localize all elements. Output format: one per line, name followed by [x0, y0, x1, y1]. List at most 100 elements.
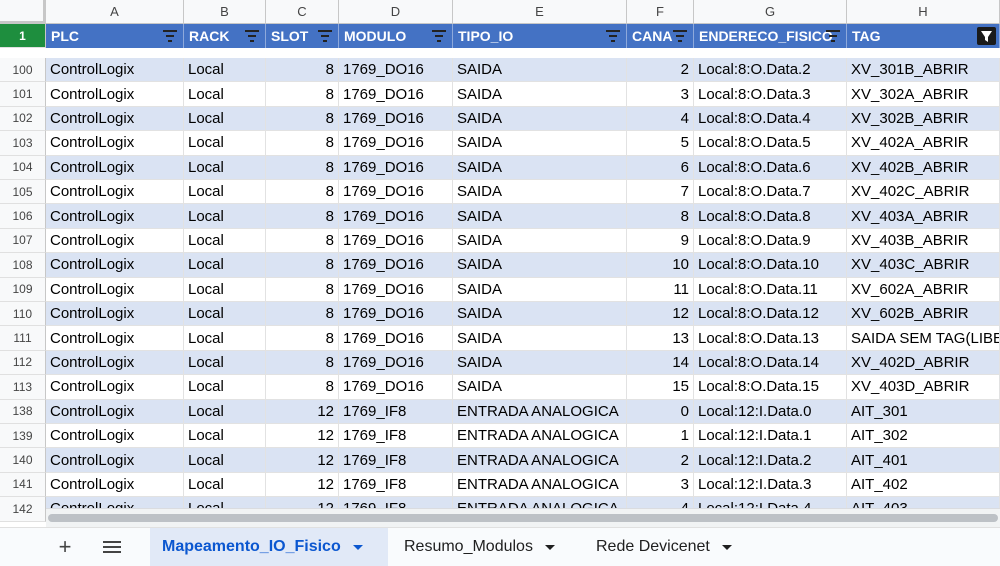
cell-endereco[interactable]: Local:8:O.Data.7	[694, 180, 847, 205]
cell-canal[interactable]: 12	[627, 302, 694, 327]
column-header-h[interactable]: H	[847, 0, 1000, 24]
cell-modulo[interactable]: 1769_DO16	[339, 277, 453, 302]
row-number[interactable]: 110	[0, 302, 46, 327]
cell-rack[interactable]: Local	[184, 155, 266, 180]
sheet-tab-1[interactable]: Resumo_Modulos	[392, 528, 578, 566]
column-header-a[interactable]: A	[46, 0, 184, 24]
cell-canal[interactable]: 15	[627, 375, 694, 400]
cell-slot[interactable]: 8	[266, 180, 339, 205]
cell-canal[interactable]: 7	[627, 180, 694, 205]
cell-tag[interactable]: XV_402B_ABRIR	[847, 155, 1000, 180]
filter-active-icon[interactable]	[977, 27, 996, 45]
sheet-tab-2[interactable]: Rede Devicenet	[584, 528, 754, 566]
cell-modulo[interactable]: 1769_DO16	[339, 106, 453, 132]
cell-rack[interactable]: Local	[184, 399, 266, 424]
cell-rack[interactable]: Local	[184, 326, 266, 351]
header-cell-4[interactable]: TIPO_IO	[453, 24, 627, 48]
cell-canal[interactable]: 1	[627, 424, 694, 449]
cell-endereco[interactable]: Local:8:O.Data.14	[694, 350, 847, 376]
cell-plc[interactable]: ControlLogix	[46, 399, 184, 424]
cell-plc[interactable]: ControlLogix	[46, 82, 184, 107]
cell-endereco[interactable]: Local:12:I.Data.3	[694, 472, 847, 498]
cell-plc[interactable]: ControlLogix	[46, 180, 184, 205]
cell-tag[interactable]: AIT_402	[847, 472, 1000, 498]
cell-tipo[interactable]: SAIDA	[453, 180, 627, 205]
cell-endereco[interactable]: Local:8:O.Data.9	[694, 228, 847, 254]
cell-rack[interactable]: Local	[184, 448, 266, 473]
cell-rack[interactable]: Local	[184, 180, 266, 205]
cell-plc[interactable]: ControlLogix	[46, 448, 184, 473]
cell-modulo[interactable]: 1769_DO16	[339, 82, 453, 107]
cell-rack[interactable]: Local	[184, 131, 266, 156]
cell-slot[interactable]: 8	[266, 228, 339, 254]
cell-plc[interactable]: ControlLogix	[46, 375, 184, 400]
cell-endereco[interactable]: Local:8:O.Data.2	[694, 58, 847, 83]
row-number[interactable]: 140	[0, 448, 46, 473]
cell-canal[interactable]: 3	[627, 472, 694, 498]
cell-rack[interactable]: Local	[184, 82, 266, 107]
cell-tipo[interactable]: SAIDA	[453, 204, 627, 229]
header-cell-5[interactable]: CANA	[627, 24, 694, 48]
cell-canal[interactable]: 14	[627, 350, 694, 376]
cell-canal[interactable]: 13	[627, 326, 694, 351]
cell-canal[interactable]: 9	[627, 228, 694, 254]
cell-rack[interactable]: Local	[184, 302, 266, 327]
row-number[interactable]: 105	[0, 180, 46, 205]
cell-plc[interactable]: ControlLogix	[46, 106, 184, 132]
cell-tipo[interactable]: SAIDA	[453, 277, 627, 302]
row-number[interactable]: 102	[0, 106, 46, 132]
cell-tag[interactable]: AIT_302	[847, 424, 1000, 449]
cell-tag[interactable]: XV_403D_ABRIR	[847, 375, 1000, 400]
filter-icon[interactable]	[163, 30, 177, 42]
cell-tipo[interactable]: SAIDA	[453, 253, 627, 278]
cell-tipo[interactable]: SAIDA	[453, 82, 627, 107]
horizontal-scrollbar[interactable]	[46, 508, 1000, 527]
column-header-f[interactable]: F	[627, 0, 694, 24]
cell-tipo[interactable]: SAIDA	[453, 228, 627, 254]
cell-modulo[interactable]: 1769_DO16	[339, 180, 453, 205]
cell-slot[interactable]: 12	[266, 472, 339, 498]
cell-rack[interactable]: Local	[184, 277, 266, 302]
filter-icon[interactable]	[245, 30, 259, 42]
cell-slot[interactable]: 8	[266, 204, 339, 229]
cell-slot[interactable]: 8	[266, 58, 339, 83]
cell-tipo[interactable]: SAIDA	[453, 106, 627, 132]
cell-plc[interactable]: ControlLogix	[46, 350, 184, 376]
cell-plc[interactable]: ControlLogix	[46, 155, 184, 180]
cell-slot[interactable]: 8	[266, 277, 339, 302]
cell-modulo[interactable]: 1769_DO16	[339, 131, 453, 156]
cell-rack[interactable]: Local	[184, 350, 266, 376]
filter-icon[interactable]	[606, 30, 620, 42]
cell-endereco[interactable]: Local:8:O.Data.10	[694, 253, 847, 278]
cell-plc[interactable]: ControlLogix	[46, 253, 184, 278]
cell-modulo[interactable]: 1769_IF8	[339, 399, 453, 424]
all-sheets-button[interactable]	[98, 528, 126, 566]
cell-tipo[interactable]: SAIDA	[453, 131, 627, 156]
row-number[interactable]: 109	[0, 277, 46, 302]
row-number[interactable]: 101	[0, 82, 46, 107]
cell-modulo[interactable]: 1769_DO16	[339, 155, 453, 180]
cell-endereco[interactable]: Local:12:I.Data.2	[694, 448, 847, 473]
column-header-g[interactable]: G	[694, 0, 847, 24]
filter-icon[interactable]	[826, 30, 840, 42]
cell-rack[interactable]: Local	[184, 106, 266, 132]
cell-tag[interactable]: XV_302A_ABRIR	[847, 82, 1000, 107]
cell-slot[interactable]: 8	[266, 155, 339, 180]
cell-tag[interactable]: XV_402D_ABRIR	[847, 350, 1000, 376]
filter-icon[interactable]	[318, 30, 332, 42]
filter-icon[interactable]	[673, 30, 687, 42]
cell-modulo[interactable]: 1769_DO16	[339, 326, 453, 351]
chevron-down-icon[interactable]	[544, 544, 555, 550]
scrollbar-thumb[interactable]	[48, 514, 998, 522]
column-header-e[interactable]: E	[453, 0, 627, 24]
cell-endereco[interactable]: Local:8:O.Data.6	[694, 155, 847, 180]
header-cell-7[interactable]: TAG	[847, 24, 1000, 48]
cell-plc[interactable]: ControlLogix	[46, 131, 184, 156]
cell-tag[interactable]: XV_602A_ABRIR	[847, 277, 1000, 302]
cell-endereco[interactable]: Local:8:O.Data.5	[694, 131, 847, 156]
cell-rack[interactable]: Local	[184, 424, 266, 449]
cell-rack[interactable]: Local	[184, 228, 266, 254]
cell-tipo[interactable]: SAIDA	[453, 350, 627, 376]
cell-canal[interactable]: 11	[627, 277, 694, 302]
cell-tag[interactable]: AIT_401	[847, 448, 1000, 473]
